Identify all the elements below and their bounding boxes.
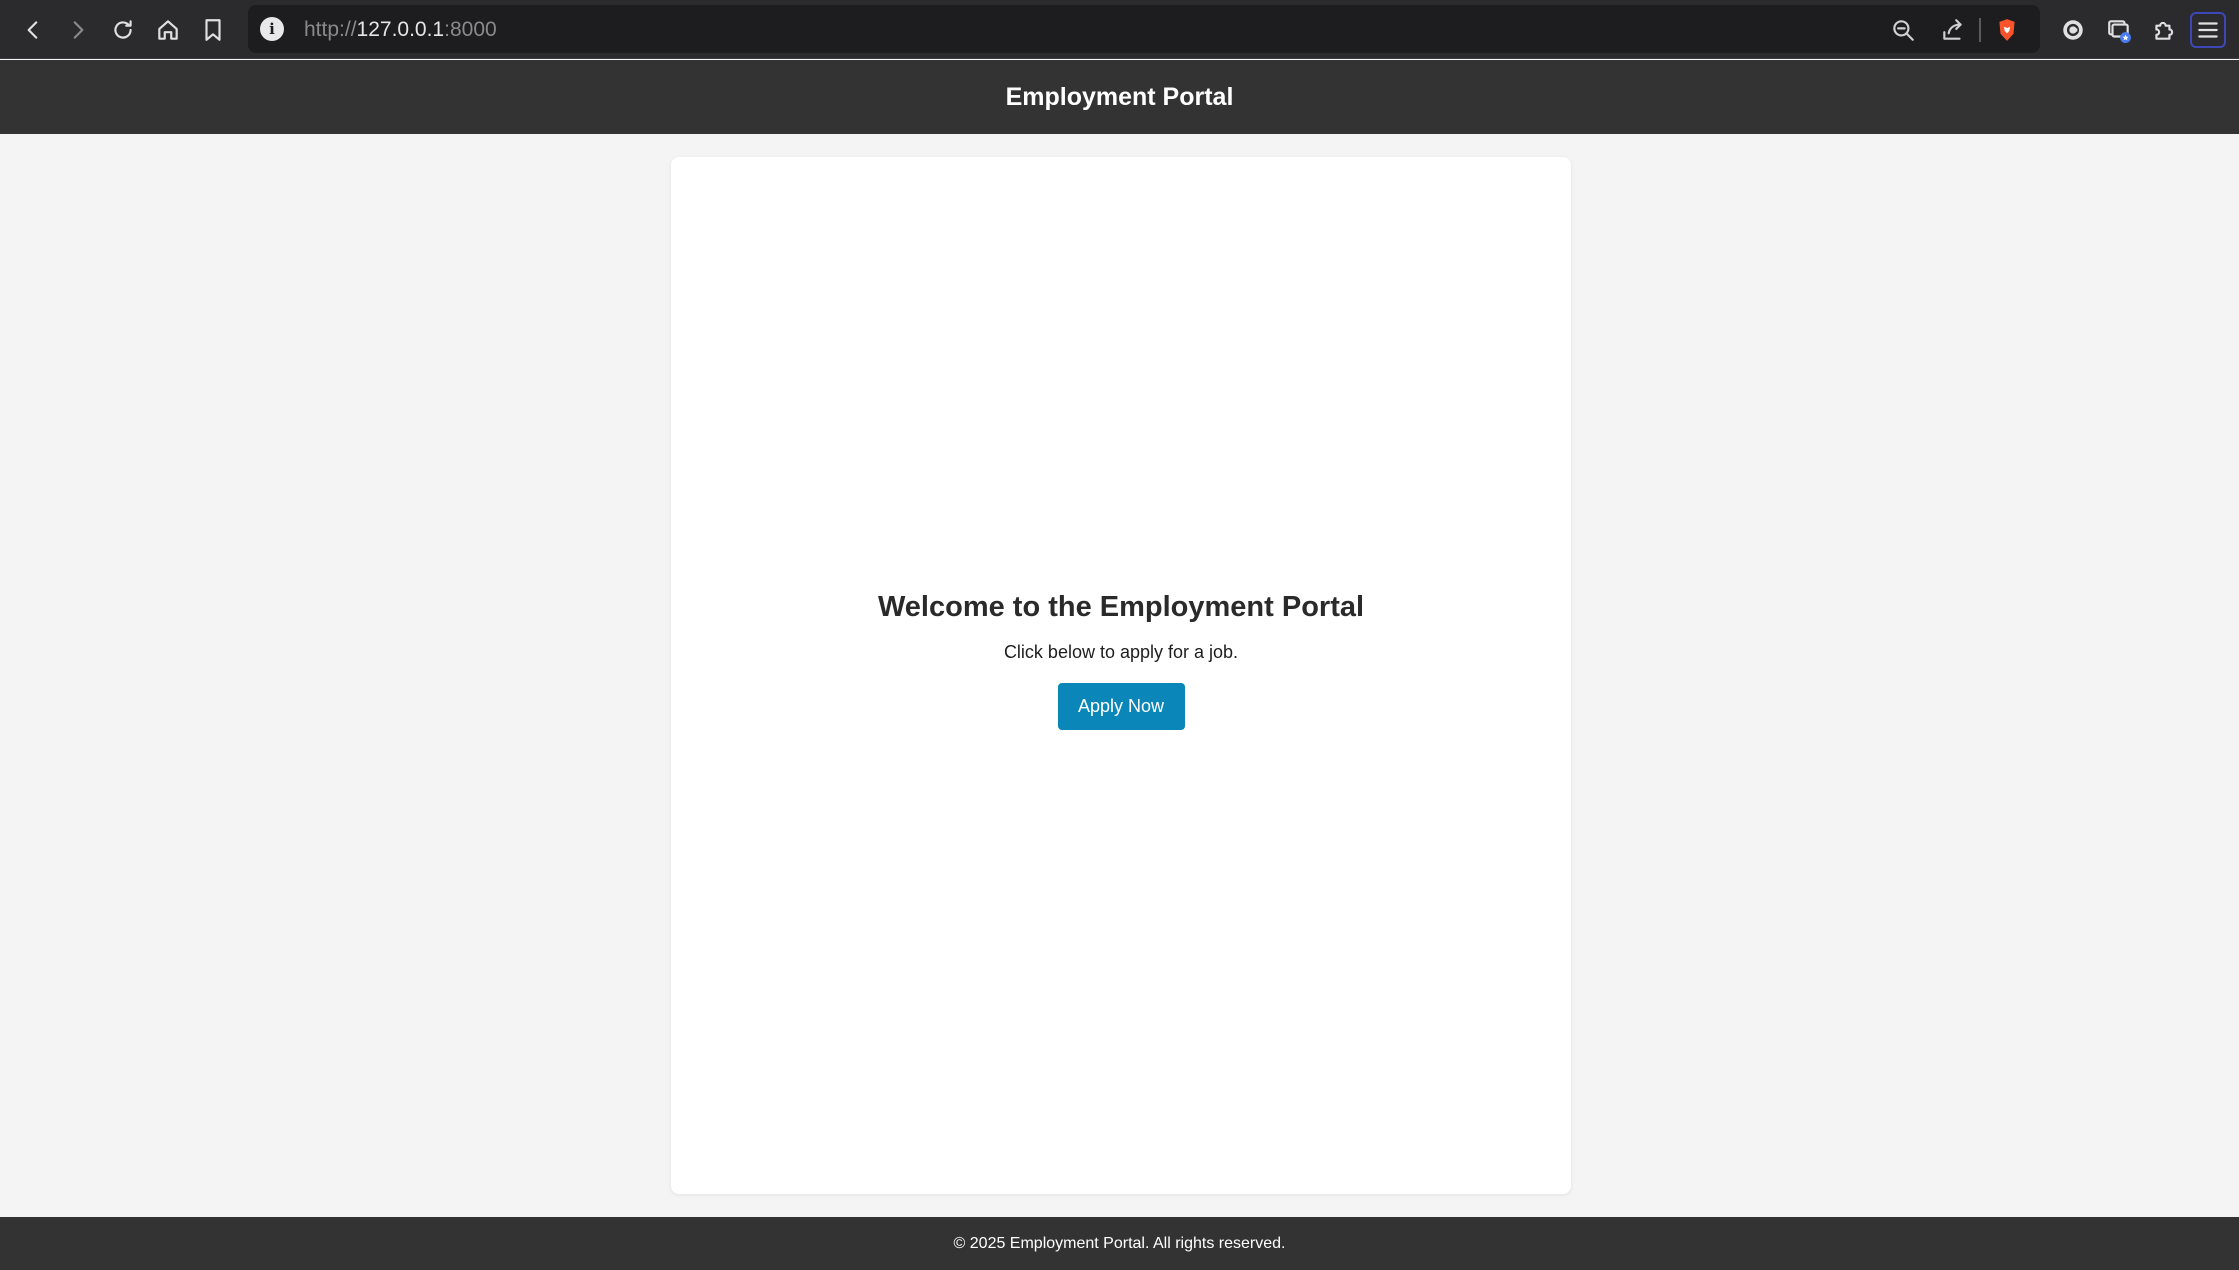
bookmark-icon [205, 19, 221, 41]
footer-copyright: © 2025 Employment Portal. All rights res… [953, 1234, 1286, 1252]
browser-toolbar: i http://127.0.0.1:8000 [0, 0, 2239, 59]
url-port: :8000 [444, 18, 497, 41]
back-button[interactable] [15, 12, 51, 48]
home-button[interactable] [150, 12, 186, 48]
url-scheme: http:// [304, 18, 357, 41]
welcome-card: Welcome to the Employment Portal Click b… [671, 157, 1571, 1194]
bookmark-button[interactable] [195, 12, 231, 48]
url-text[interactable]: http://127.0.0.1:8000 [304, 18, 497, 42]
site-header: Employment Portal [0, 60, 2239, 134]
apply-now-button[interactable]: Apply Now [1057, 683, 1185, 730]
home-icon [158, 20, 178, 40]
address-bar[interactable]: i http://127.0.0.1:8000 [248, 5, 2040, 53]
zoom-out-icon [1893, 20, 1914, 41]
forward-button[interactable] [60, 12, 96, 48]
welcome-heading: Welcome to the Employment Portal [877, 591, 1365, 623]
brave-shields-button[interactable] [1992, 15, 2022, 45]
url-host: 127.0.0.1 [356, 18, 445, 41]
extensions-icon [2155, 21, 2174, 40]
welcome-subtext: Click below to apply for a job. [1003, 642, 1239, 662]
reload-icon [114, 20, 132, 39]
main-menu-button[interactable] [2190, 12, 2226, 48]
site-footer: © 2025 Employment Portal. All rights res… [0, 1217, 2239, 1270]
share-button[interactable] [1938, 15, 1968, 45]
wallet-icon [2108, 20, 2131, 43]
leo-ai-button[interactable] [2055, 12, 2091, 48]
extensions-button[interactable] [2146, 12, 2182, 48]
share-icon [1943, 19, 1962, 40]
welcome-content: Welcome to the Employment Portal Click b… [671, 589, 1571, 730]
wallet-button[interactable] [2101, 12, 2137, 48]
reload-button[interactable] [105, 12, 141, 48]
forward-icon [73, 21, 84, 39]
zoom-button[interactable] [1888, 15, 1918, 45]
site-info-icon[interactable]: i [260, 17, 284, 41]
url-separator [1979, 18, 1981, 42]
site-title: Employment Portal [1005, 82, 1234, 111]
menu-icon [2198, 22, 2218, 38]
back-icon [27, 21, 38, 39]
leo-ai-icon [2063, 20, 2083, 40]
brave-shield-icon [1999, 19, 2015, 41]
